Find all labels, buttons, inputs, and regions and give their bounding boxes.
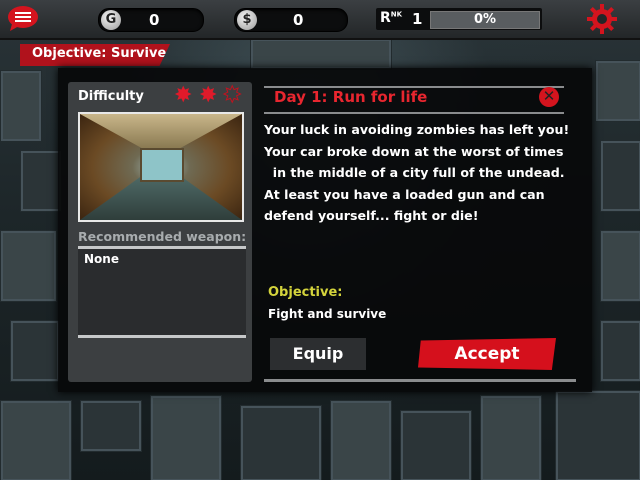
difficulty-star-icon: ✸ — [174, 83, 193, 108]
description-line: in the middle of a city full of the unde… — [264, 165, 565, 180]
description-line: Your luck in avoiding zombies has left y… — [264, 122, 570, 137]
recommended-weapon-label: Recommended weapon: — [78, 229, 247, 244]
description-line: defend yourself... fight or die! — [264, 208, 479, 223]
difficulty-star-empty-icon: ✸ — [222, 83, 242, 108]
cash-coin-icon: $ — [237, 10, 257, 30]
rank-progress-bar: 0% — [430, 11, 540, 29]
gold-counter: G 0 — [98, 8, 204, 32]
accept-button[interactable]: Accept — [418, 338, 556, 370]
objective-text: Fight and survive — [268, 307, 387, 321]
gear-icon — [587, 4, 617, 34]
top-bar: G 0 $ 0 RNK 1 0% — [0, 0, 640, 40]
rank-value: 1 — [412, 10, 423, 28]
objective-label: Objective: — [268, 285, 343, 300]
equip-button[interactable]: Equip — [270, 338, 366, 370]
gold-coin-icon: G — [101, 10, 121, 30]
chat-menu-icon — [8, 6, 38, 31]
chat-menu-button[interactable] — [6, 4, 40, 32]
rank-icon: RNK — [380, 10, 403, 26]
description-line: Your car broke down at the worst of time… — [264, 143, 564, 159]
objective-banner-text: Objective: Survive — [32, 46, 167, 61]
close-button[interactable]: ✕ — [539, 87, 559, 107]
mission-thumbnail — [78, 112, 244, 222]
mission-title: Day 1: Run for life — [274, 88, 428, 106]
objective-banner: Objective: Survive — [20, 44, 170, 66]
recommended-weapon-value: None — [84, 252, 119, 266]
rank-display: RNK 1 0% — [376, 8, 542, 30]
settings-button[interactable] — [586, 3, 618, 35]
difficulty-label: Difficulty — [78, 89, 144, 104]
gold-value: 0 — [149, 11, 160, 29]
cash-counter: $ 0 — [234, 8, 348, 32]
description-line: At least you have a loaded gun and can — [264, 186, 545, 202]
close-icon: ✕ — [542, 87, 556, 105]
cash-value: 0 — [293, 11, 304, 29]
rank-progress-text: 0% — [473, 12, 497, 27]
mission-description: Your luck in avoiding zombies has left y… — [264, 119, 574, 227]
difficulty-star-icon: ✸ — [199, 83, 218, 108]
divider — [264, 379, 576, 382]
